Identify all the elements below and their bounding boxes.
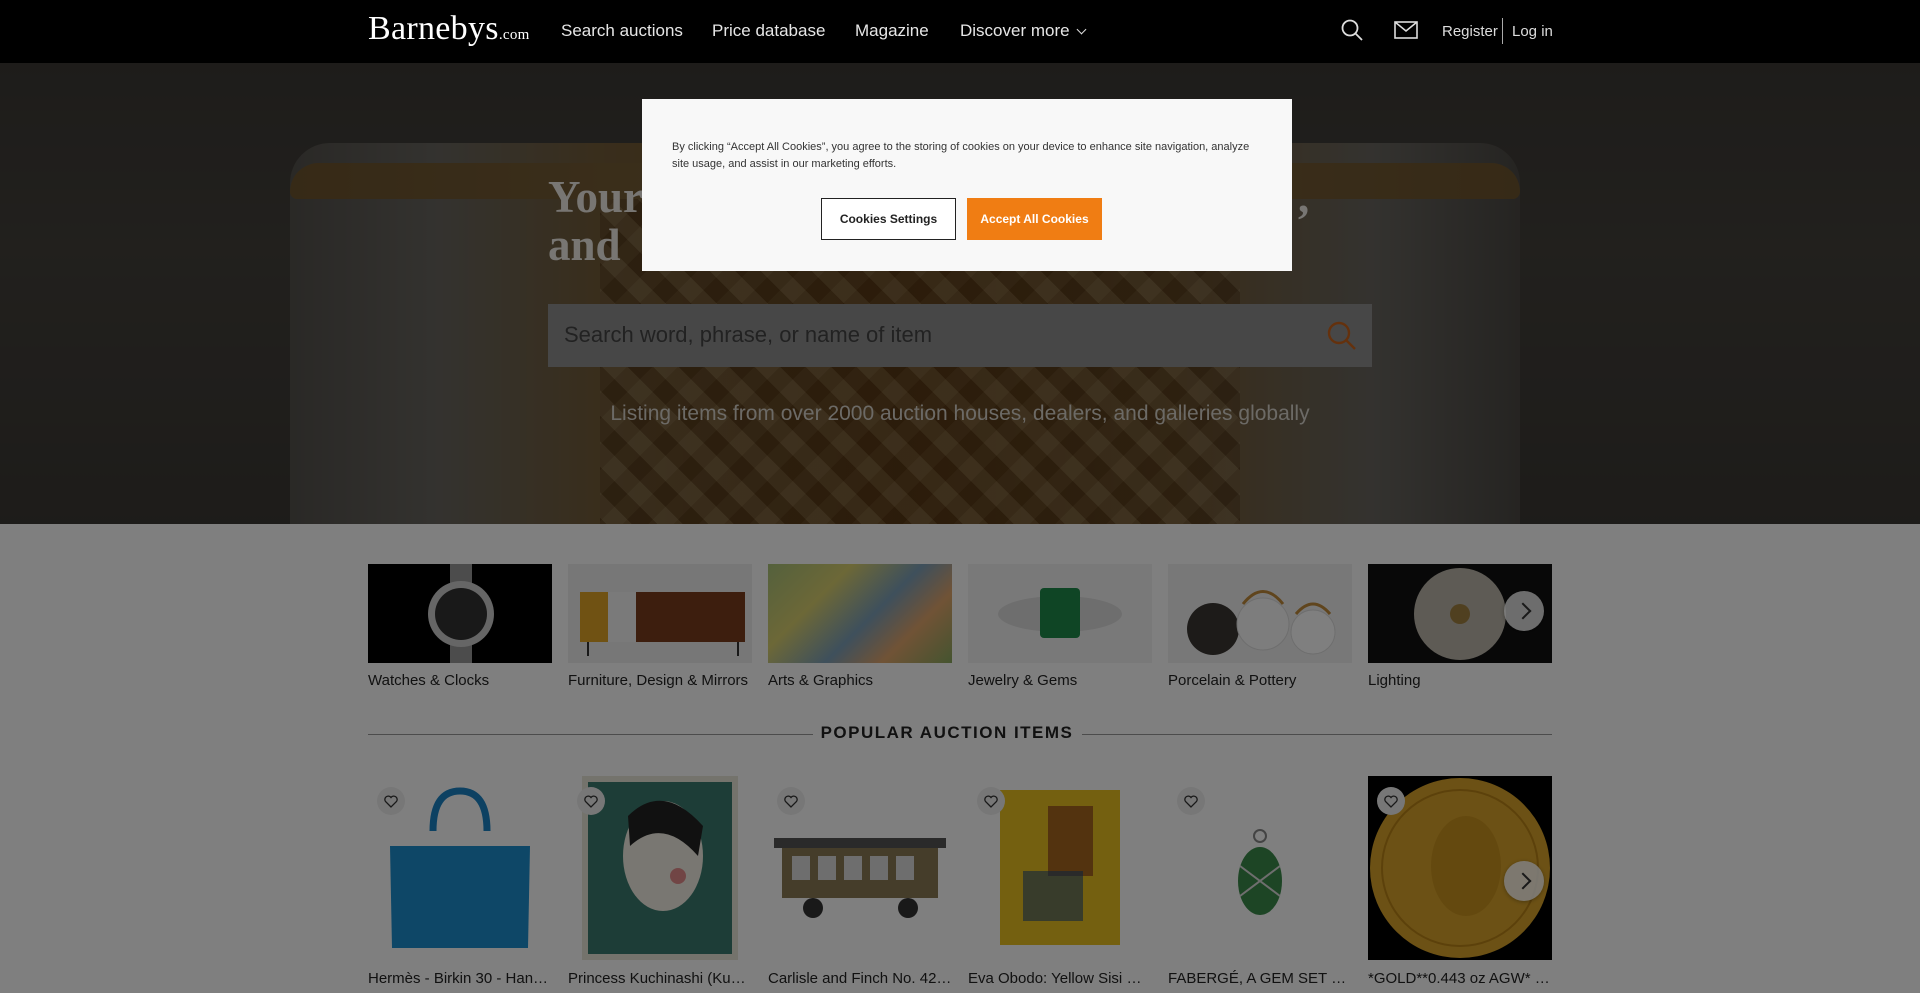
- register-link[interactable]: Register: [1442, 23, 1498, 40]
- chevron-down-icon: [1076, 24, 1087, 35]
- cookie-consent-dialog: By clicking “Accept All Cookies”, you ag…: [642, 99, 1292, 271]
- login-link[interactable]: Log in: [1512, 23, 1553, 40]
- nav-magazine[interactable]: Magazine: [855, 21, 929, 41]
- nav-price-database[interactable]: Price database: [712, 21, 825, 41]
- auth-divider: [1502, 18, 1503, 44]
- nav-search-auctions[interactable]: Search auctions: [561, 21, 683, 41]
- cookies-settings-button[interactable]: Cookies Settings: [821, 198, 956, 240]
- cookie-consent-text: By clicking “Accept All Cookies”, you ag…: [672, 141, 1250, 170]
- top-nav: Barnebys.com Search auctions Price datab…: [0, 0, 1920, 63]
- site-logo[interactable]: Barnebys.com: [368, 10, 530, 48]
- mail-icon[interactable]: [1394, 20, 1418, 45]
- search-icon[interactable]: [1340, 18, 1364, 47]
- nav-discover-more-label: Discover more: [960, 21, 1070, 40]
- accept-all-cookies-button[interactable]: Accept All Cookies: [967, 198, 1102, 240]
- nav-discover-more[interactable]: Discover more: [960, 21, 1087, 41]
